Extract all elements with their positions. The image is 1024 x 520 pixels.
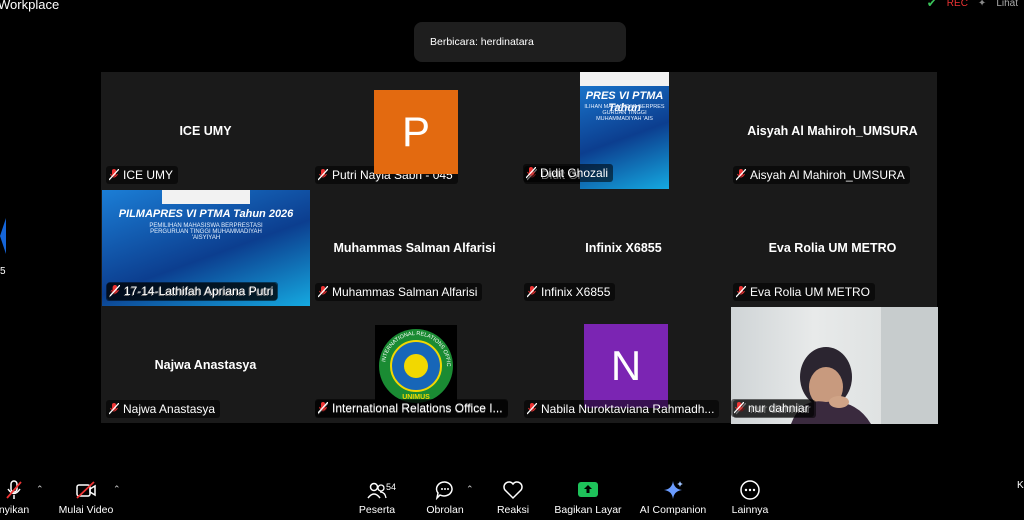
mic-muted-icon [318,286,328,298]
ai-companion-label: AI Companion [639,504,707,516]
heart-icon [503,481,523,500]
participant-display-name: Infinix X6855 [585,240,662,255]
participant-display-name: Najwa Anastasya [154,357,257,372]
top-right-status: ✔ REC ✦ Lihat [927,0,1018,10]
poster-title: PILMAPRES VI PTMA Tahun 2026 [118,208,294,220]
participant-display-name: ICE UMY [179,123,232,138]
end-button[interactable]: K [1017,480,1024,491]
participant-tile[interactable]: Infinix X6855 Infinix X6855 [519,189,728,306]
unmute-button[interactable]: nyikan [0,480,34,516]
chevron-up-icon[interactable]: ⌃ [466,484,474,495]
participants-label: Peserta [358,504,396,516]
mic-muted-icon [736,169,746,181]
mic-muted-icon [318,169,328,181]
iro-logo: INTERNATIONAL RELATIONS OFFICE UNIMUS [375,325,457,407]
mic-muted-icon [526,167,536,179]
reactions-label: Reaksi [496,504,530,516]
participant-name: Infinix X6855 [541,285,611,299]
participant-label: ICE UMY [106,166,179,184]
meeting-toolbar: nyikan ⌃ Mulai Video ⌃ Peserta 54 Obrola… [0,470,1024,520]
active-speaker-banner: Berbicara: herdinatara [414,22,626,62]
mic-muted-icon [109,403,119,415]
mic-muted-icon [110,285,120,297]
mic-muted-icon [527,286,537,298]
chat-label: Obrolan [426,504,464,516]
sparkle-icon [664,481,683,499]
mic-muted-icon [734,402,744,414]
mic-muted-icon [318,402,328,414]
start-video-button[interactable]: Mulai Video [56,480,116,516]
rec-indicator[interactable]: REC [947,0,968,9]
share-screen-icon [578,482,598,497]
chevron-up-icon[interactable]: ⌃ [36,484,44,495]
participant-label: Infinix X6855 [524,283,616,301]
poster-subtitle: ILIHAN MAHASISWA BERPRES GURUAN TINGGI M… [584,104,665,122]
participant-tile[interactable]: Muhammas Salman Alfarisi Muhammas Salman… [310,189,519,306]
people-icon [367,482,387,499]
ai-companion-button[interactable]: AI Companion [638,480,708,516]
participant-label: Aisyah Al Mahiroh_UMSURA [733,166,910,184]
participant-name: Didit Ghozali [540,166,609,180]
window-title: Workplace [0,0,60,12]
participant-label-overlay: Didit Ghozali [523,164,614,182]
avatar: P [374,90,458,174]
participant-name: Nabila Nuroktaviana Rahmadh... [541,402,715,416]
shield-icon: ✔ [926,0,937,10]
poster-subtitle: PEMILIHAN MAHASISWA BERPRESTASI PERGURUA… [149,223,263,241]
more-button[interactable]: Lainnya [730,480,770,516]
participant-label: Nabila Nuroktaviana Rahmadh... [524,400,720,418]
participant-tile[interactable]: Eva Rolia UM METRO Eva Rolia UM METRO [728,189,937,306]
unmute-label: nyikan [0,504,30,516]
participants-count: 54 [386,482,397,492]
page-number: 5 [0,266,6,277]
avatar: N [584,324,668,408]
reactions-button[interactable]: Reaksi [494,480,532,516]
more-dots-icon [740,480,760,500]
participant-label-overlay: nur dahniar [731,399,814,417]
participant-label: Eva Rolia UM METRO [733,283,876,301]
participant-tile[interactable]: ICE UMY ICE UMY [101,72,310,189]
participant-name: Najwa Anastasya [123,402,216,416]
participant-name: Eva Rolia UM METRO [750,285,871,299]
mic-muted-icon [109,169,119,181]
participant-display-name: Muhammas Salman Alfarisi [333,240,496,255]
participant-name: 17-14-Lathifah Apriana Putri [124,284,274,298]
more-label: Lainnya [731,504,769,516]
participant-label-overlay: International Relations Office I... [315,399,508,417]
sparkle-icon[interactable]: ✦ [978,0,986,9]
participant-name: Muhammas Salman Alfarisi [332,285,478,299]
video-off-icon [76,481,96,499]
participant-display-name: Aisyah Al Mahiroh_UMSURA [747,123,918,138]
view-button[interactable]: Lihat [996,0,1018,9]
participant-label: Najwa Anastasya [106,400,221,418]
mic-muted-icon [736,286,746,298]
participant-name: International Relations Office I... [332,401,503,415]
participant-name: Aisyah Al Mahiroh_UMSURA [750,168,905,182]
previous-page-arrow-icon[interactable] [0,218,6,254]
chat-button[interactable]: Obrolan [423,480,467,516]
participant-name: nur dahniar [748,401,809,415]
share-screen-button[interactable]: Bagikan Layar [554,480,622,516]
start-video-label: Mulai Video [58,504,114,516]
participant-display-name: Eva Rolia UM METRO [768,240,897,255]
active-speaker-text: Berbicara: herdinatara [430,36,534,48]
participant-label: Muhammas Salman Alfarisi [315,283,483,301]
mic-muted-icon [527,403,537,415]
participant-name: ICE UMY [123,168,174,182]
participant-label-overlay: 17-14-Lathifah Apriana Putri [107,282,279,300]
chat-icon [435,481,453,500]
participant-tile[interactable]: Najwa Anastasya Najwa Anastasya [101,306,310,423]
mic-muted-icon [6,480,22,499]
chevron-up-icon[interactable]: ⌃ [113,484,121,495]
share-screen-label: Bagikan Layar [554,504,622,516]
participant-tile[interactable]: Aisyah Al Mahiroh_UMSURA Aisyah Al Mahir… [728,72,937,189]
iro-logo-graphic: INTERNATIONAL RELATIONS OFFICE UNIMUS [377,327,453,403]
